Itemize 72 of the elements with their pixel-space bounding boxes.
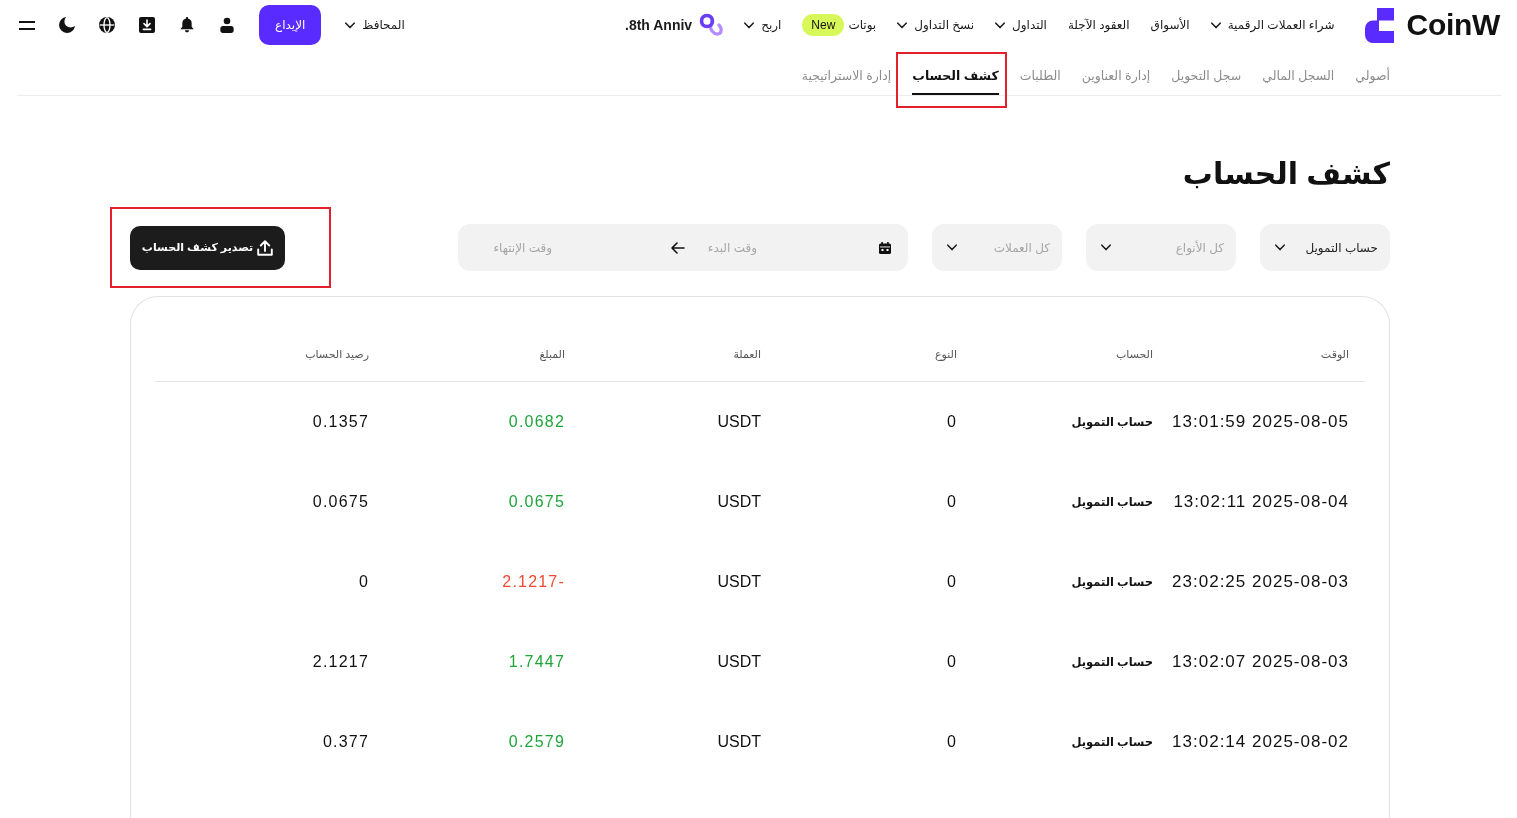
table-cell: 2025-08-03 23:02:25 bbox=[1172, 572, 1349, 592]
arrow-left-icon bbox=[671, 241, 685, 254]
chevron-down-icon bbox=[1101, 244, 1111, 251]
table-cell: 0 bbox=[358, 573, 369, 591]
wallets-menu[interactable]: المحافظ bbox=[345, 18, 405, 32]
table-cell: 0 bbox=[947, 493, 957, 511]
chevron-down-icon bbox=[947, 244, 957, 251]
table-cell: حساب التمويل bbox=[1071, 655, 1153, 669]
column-header: العملة bbox=[733, 348, 761, 361]
table-cell: حساب التمويل bbox=[1071, 575, 1153, 589]
tab[interactable]: الطلبات bbox=[1019, 50, 1061, 95]
chevron-down-icon bbox=[1275, 244, 1285, 251]
date-range-picker[interactable]: وقت البدء وقت الإنتهاء bbox=[458, 224, 908, 271]
table-cell: 0.0682 bbox=[508, 413, 565, 431]
table-cell: 0.377 bbox=[322, 733, 369, 751]
start-date-input[interactable]: وقت البدء bbox=[691, 240, 757, 255]
deposit-button[interactable]: الإيداع bbox=[259, 5, 322, 45]
tab[interactable]: كشف الحساب bbox=[912, 50, 999, 95]
account-select[interactable]: حساب التمويل bbox=[1260, 224, 1390, 271]
table-cell: USDT bbox=[717, 493, 761, 511]
user-icon[interactable] bbox=[219, 17, 235, 33]
table-cell: 2025-08-02 13:02:14 bbox=[1172, 732, 1349, 752]
swirl-icon bbox=[699, 13, 724, 37]
moon-icon[interactable] bbox=[59, 17, 75, 33]
table-cell: 2025-08-03 13:02:07 bbox=[1172, 652, 1349, 672]
table-cell: 0 bbox=[947, 653, 957, 671]
table-cell: 0.1357 bbox=[312, 413, 369, 431]
upload-icon bbox=[257, 239, 274, 256]
nav-link[interactable]: التداول bbox=[995, 18, 1047, 32]
logo-icon[interactable] bbox=[1364, 7, 1394, 43]
column-header: رصيد الحساب bbox=[305, 348, 369, 361]
table-cell: 0 bbox=[947, 413, 957, 431]
table-cell: 2025-08-04 13:02:11 bbox=[1173, 492, 1349, 512]
column-header: الحساب bbox=[1115, 348, 1153, 361]
column-header: المبلغ bbox=[539, 348, 565, 361]
table-cell: USDT bbox=[717, 653, 761, 671]
tab[interactable]: إدارة العناوين bbox=[1081, 50, 1151, 95]
column-header: النوع bbox=[935, 348, 957, 361]
table-cell: USDT bbox=[717, 573, 761, 591]
nav-link[interactable]: شراء العملات الرقمية bbox=[1210, 18, 1335, 32]
table-cell: حساب التمويل bbox=[1071, 495, 1153, 509]
download-icon[interactable] bbox=[139, 17, 155, 33]
table-cell: 0.2579 bbox=[508, 733, 565, 751]
tab[interactable]: إدارة الاستراتيجية bbox=[801, 50, 892, 95]
table-cell: حساب التمويل bbox=[1071, 735, 1153, 749]
end-date-input[interactable]: وقت الإنتهاء bbox=[464, 240, 552, 255]
column-header: الوقت bbox=[1320, 348, 1349, 361]
nav-link[interactable]: نسخ التداول bbox=[897, 18, 975, 32]
nav-badge: New bbox=[802, 14, 845, 36]
table-cell: حساب التمويل bbox=[1071, 415, 1153, 429]
nav-link[interactable]: الأسواق bbox=[1150, 18, 1190, 32]
calendar-icon[interactable] bbox=[879, 241, 891, 254]
table-cell: 0.0675 bbox=[312, 493, 369, 511]
table-cell: -2.1217 bbox=[502, 573, 565, 591]
bell-icon[interactable] bbox=[179, 17, 195, 33]
logo-text[interactable]: CoinW bbox=[1406, 8, 1500, 42]
table-cell: 1.7447 bbox=[508, 653, 565, 671]
export-button[interactable]: تصدير كشف الحساب bbox=[130, 225, 285, 270]
globe-icon[interactable] bbox=[99, 17, 115, 33]
table-cell: 0 bbox=[947, 733, 957, 751]
table-cell: 0.0675 bbox=[508, 493, 565, 511]
table-cell: USDT bbox=[717, 733, 761, 751]
tab[interactable]: سجل التحويل bbox=[1171, 50, 1242, 95]
menu-icon[interactable] bbox=[19, 20, 35, 30]
nav-link[interactable]: اربح bbox=[744, 18, 782, 32]
nav-link[interactable]: العقود الآجلة bbox=[1067, 18, 1130, 32]
table-cell: USDT bbox=[717, 413, 761, 431]
page-title: كشف الحساب bbox=[1182, 156, 1390, 192]
table-cell: 2.1217 bbox=[312, 653, 369, 671]
table-cell: 2025-08-05 13:01:59 bbox=[1172, 412, 1349, 432]
promo-link[interactable]: 8th Anniv. bbox=[625, 13, 724, 37]
table-cell: 0 bbox=[947, 573, 957, 591]
